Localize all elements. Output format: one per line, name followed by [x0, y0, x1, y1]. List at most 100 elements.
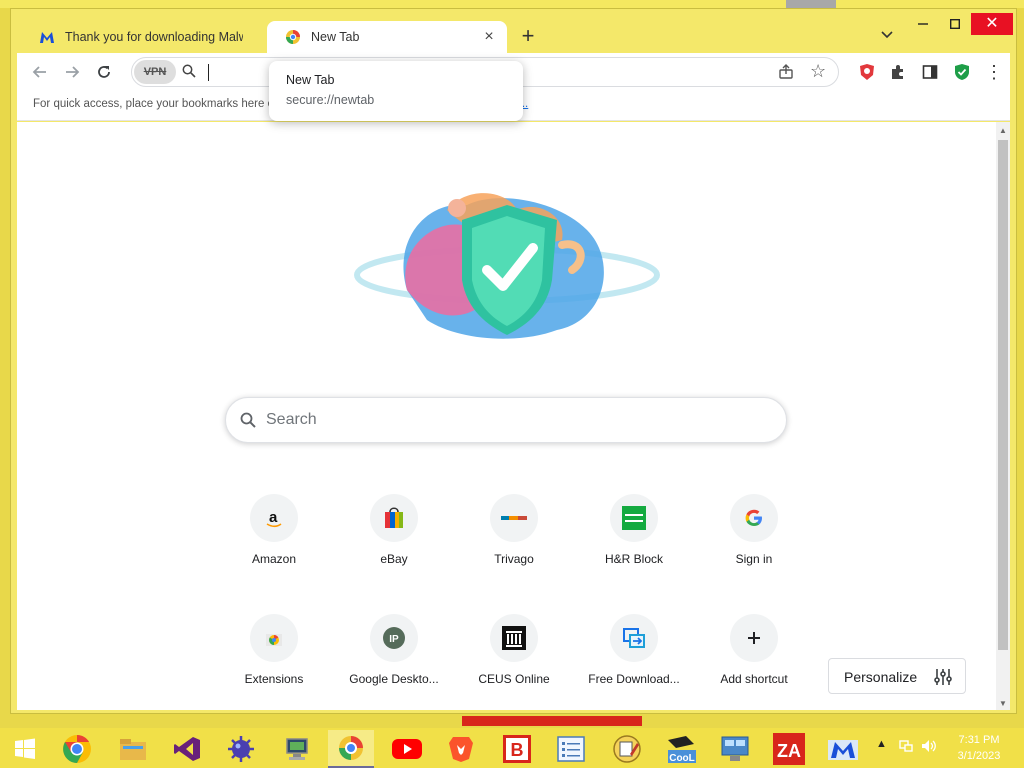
shortcut-amazon[interactable]: a Amazon [218, 494, 330, 604]
start-windows-icon[interactable] [2, 730, 48, 768]
shortcut-label: Add shortcut [720, 672, 788, 686]
search-icon [240, 412, 256, 433]
zonealarm-icon[interactable]: ZA [766, 730, 812, 768]
shortcut-sign-in[interactable]: Sign in [698, 494, 810, 604]
sliders-icon [933, 667, 953, 690]
file-explorer-icon[interactable] [110, 730, 156, 768]
hover-card-url: secure://newtab [286, 93, 375, 107]
scroll-thumb[interactable] [998, 140, 1008, 650]
checklist-icon[interactable] [548, 730, 594, 768]
search-icon [182, 64, 196, 83]
tab-hover-card: New Tab secure://newtab [269, 61, 523, 121]
shortcut-label: Trivago [494, 552, 534, 566]
vertical-scrollbar[interactable]: ▲ ▼ [996, 122, 1010, 710]
brave-shield-icon[interactable] [856, 61, 878, 83]
minimize-button[interactable] [907, 13, 939, 35]
side-panel-icon[interactable] [919, 61, 941, 83]
new-tab-button[interactable]: + [516, 25, 540, 49]
b-app-icon[interactable]: B [494, 730, 540, 768]
cool-app-icon[interactable]: CooL [658, 730, 704, 768]
tab-new-tab[interactable]: New Tab × [267, 21, 507, 53]
close-window-button[interactable]: ✕ [971, 13, 1013, 35]
browser-taskbar-icon[interactable] [328, 730, 374, 768]
search-box[interactable]: Search [225, 397, 787, 443]
shortcut-trivago[interactable]: Trivago [458, 494, 570, 604]
download-icon [610, 614, 658, 662]
shortcut-label: Extensions [244, 672, 304, 686]
plus-icon [730, 614, 778, 662]
personalize-label: Personalize [844, 669, 918, 685]
shortcut-label: Google Deskto... [349, 672, 439, 686]
ip-icon: IP [370, 614, 418, 662]
clock-time: 7:31 PM [958, 734, 1000, 746]
close-tab-icon[interactable]: × [481, 29, 497, 45]
vpn-toggle[interactable]: VPN [134, 60, 176, 84]
bookmark-star-icon[interactable]: ☆ [810, 61, 826, 82]
browser-logo-icon [285, 29, 301, 45]
shortcut-extensions[interactable]: Extensions [218, 614, 330, 724]
shortcut-label: Amazon [251, 552, 297, 566]
notepad-pencil-icon[interactable] [604, 730, 650, 768]
chrome-store-icon [250, 614, 298, 662]
shortcut-hr-block[interactable]: H&R Block [578, 494, 690, 604]
shortcut-label: Free Download... [588, 672, 680, 686]
tab-title: Thank you for downloading Malwa [65, 30, 243, 44]
shortcut-label: eBay [380, 552, 408, 566]
ebay-bag-icon [370, 494, 418, 542]
hover-card-title: New Tab [286, 73, 335, 87]
desktop-background-strip [0, 714, 1024, 728]
visual-studio-icon[interactable] [164, 730, 210, 768]
shortcut-free-download[interactable]: Free Download... [578, 614, 690, 724]
svg-text:IP: IP [389, 634, 399, 645]
new-tab-page: Search a Amazon eBay Trivago H&R Block S… [17, 122, 1010, 710]
text-caret [208, 64, 209, 81]
extensions-puzzle-icon[interactable] [887, 61, 909, 83]
menu-kebab-icon[interactable]: ⋮ [983, 61, 1005, 83]
shortcut-ebay[interactable]: eBay [338, 494, 450, 604]
security-shield-check-icon[interactable] [951, 61, 973, 83]
network-monitor-icon[interactable] [274, 730, 320, 768]
show-hidden-icons-chevron-icon[interactable]: ▲ [876, 738, 887, 750]
shortcut-label: CEUS Online [478, 672, 550, 686]
shortcut-google-desktop[interactable]: IP Google Deskto... [338, 614, 450, 724]
control-panel-icon[interactable] [712, 730, 758, 768]
chrome-taskbar-icon[interactable] [54, 730, 100, 768]
reload-button[interactable] [91, 59, 117, 85]
zonealarm-text: ZA [777, 741, 801, 761]
tab-strip: Thank you for downloading Malwa New Tab … [11, 9, 1016, 55]
browser-window: Thank you for downloading Malwa New Tab … [10, 8, 1017, 714]
network-tray-icon[interactable] [898, 738, 914, 757]
shortcut-label: Sign in [735, 552, 773, 566]
brave-lion-icon[interactable] [438, 730, 484, 768]
search-placeholder: Search [266, 411, 317, 428]
shortcut-ceus-online[interactable]: CEUS Online [458, 614, 570, 724]
ceus-building-icon [490, 614, 538, 662]
tab-title: New Tab [311, 30, 360, 44]
scroll-down-arrow-icon[interactable]: ▼ [999, 699, 1007, 708]
taskbar-clock[interactable]: 7:31 PM 3/1/2023 [948, 732, 1010, 764]
forward-button[interactable] [59, 59, 85, 85]
cool-app-text: CooL [669, 753, 695, 764]
personalize-button[interactable]: Personalize [828, 658, 966, 694]
virus-ball-icon[interactable] [218, 730, 264, 768]
google-g-icon [730, 494, 778, 542]
scroll-up-arrow-icon[interactable]: ▲ [999, 126, 1007, 135]
hr-block-icon [610, 494, 658, 542]
amazon-icon: a [250, 494, 298, 542]
tab-malwarebytes[interactable]: Thank you for downloading Malwa [21, 21, 267, 53]
youtube-icon[interactable] [384, 730, 430, 768]
b-app-letter: B [511, 740, 524, 760]
shortcut-add[interactable]: Add shortcut [698, 614, 810, 724]
security-hero-illustration [347, 180, 667, 350]
back-button[interactable] [27, 59, 53, 85]
svg-text:a: a [269, 509, 278, 526]
shortcut-label: H&R Block [604, 552, 663, 566]
malwarebytes-icon [39, 29, 55, 45]
trivago-icon [490, 494, 538, 542]
share-icon[interactable] [778, 64, 794, 85]
malwarebytes-taskbar-icon[interactable] [820, 730, 866, 768]
maximize-button[interactable] [939, 13, 971, 35]
tab-search-chevron-icon[interactable] [877, 27, 897, 47]
desktop-background [0, 0, 1024, 8]
volume-tray-icon[interactable] [920, 738, 938, 757]
